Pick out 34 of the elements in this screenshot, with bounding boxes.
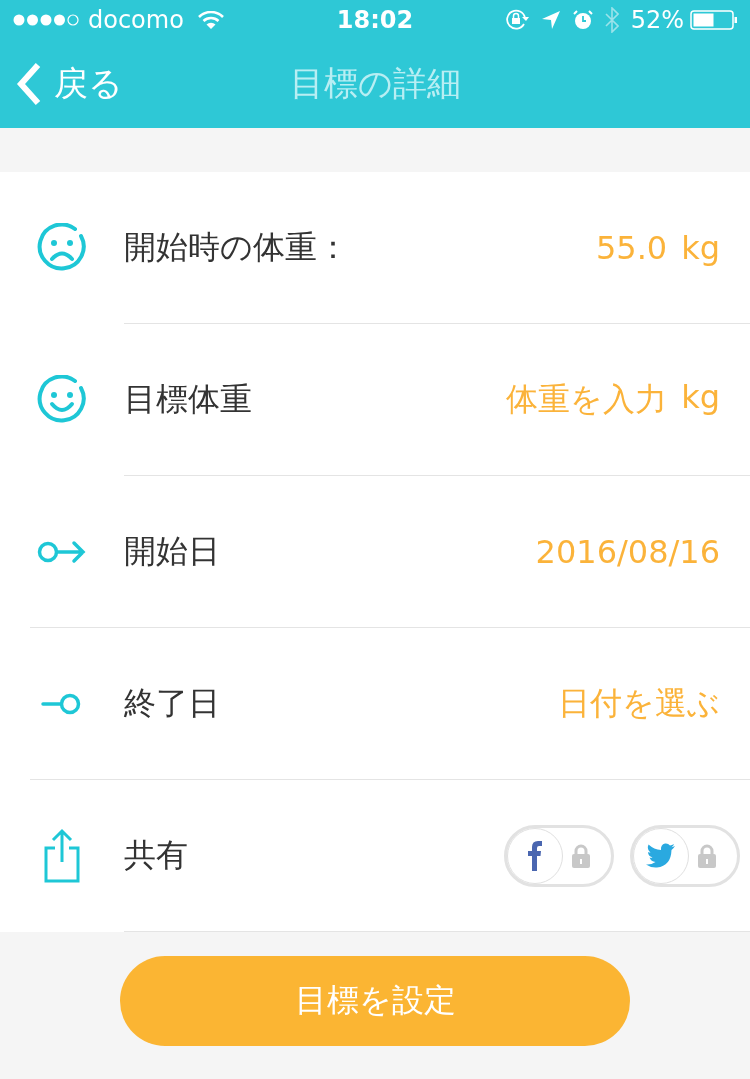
back-chevron-icon: [16, 62, 42, 106]
row-label: 目標体重: [124, 379, 252, 420]
rotation-lock-icon: [504, 9, 529, 31]
line-circle-icon: [41, 692, 83, 716]
unit-label: kg: [681, 229, 720, 267]
battery-icon: [690, 10, 738, 30]
location-arrow-icon: [540, 10, 561, 30]
battery-percent: 52%: [630, 6, 684, 34]
wifi-icon: [197, 11, 224, 29]
f-letter-icon: [528, 841, 542, 871]
clock-time: 18:02: [336, 6, 414, 34]
row-label: 終了日: [124, 683, 220, 724]
lock-icon: [697, 844, 717, 868]
row-label: 開始日: [124, 531, 220, 572]
signal-icon: [12, 13, 80, 27]
unit-label: kg: [681, 378, 720, 418]
share-icon: [42, 828, 82, 884]
row-label: 開始時の体重：: [124, 227, 349, 268]
back-button[interactable]: 戻る: [0, 61, 123, 107]
sad-face-icon: [37, 223, 87, 273]
smiley-face-icon: [37, 375, 87, 425]
bird-icon: [646, 843, 676, 869]
set-goal-button[interactable]: 目標を設定: [120, 956, 630, 1046]
bluetooth-icon: [604, 7, 619, 33]
row-label: 共有: [124, 835, 188, 876]
circle-arrow-icon: [37, 540, 87, 564]
screen-title: 目標の詳細: [289, 62, 461, 105]
row-value[interactable]: 2016/08/16: [535, 533, 720, 571]
row-value[interactable]: 日付を選ぶ: [558, 682, 720, 726]
row-value[interactable]: 55.0: [595, 229, 668, 267]
lock-icon: [571, 844, 591, 868]
row-value[interactable]: 体重を入力: [506, 378, 668, 422]
alarm-clock-icon: [572, 10, 593, 30]
carrier-name: docomo: [88, 6, 184, 34]
